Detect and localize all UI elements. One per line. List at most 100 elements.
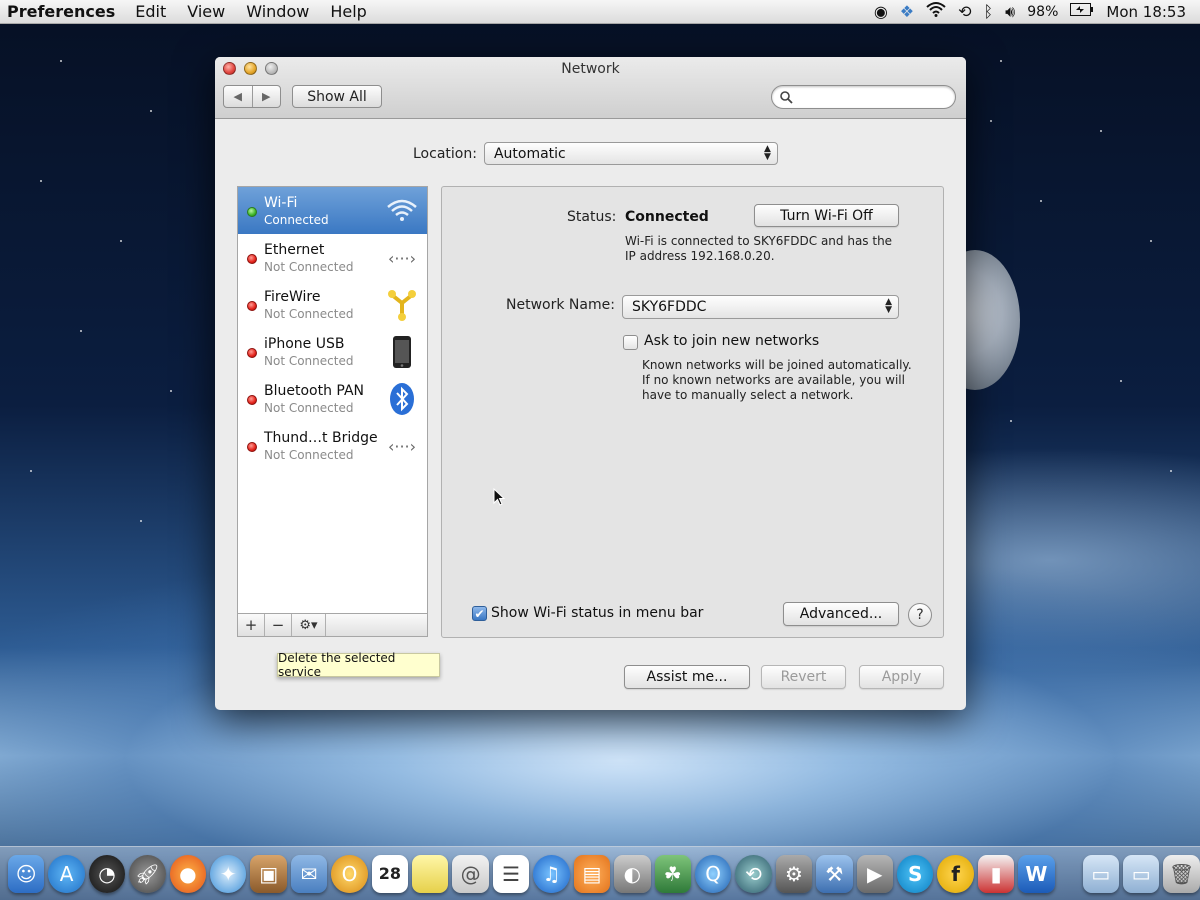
- app-store-icon[interactable]: A: [48, 854, 85, 893]
- detail-panel: Status: Connected Turn Wi-Fi Off Wi-Fi i…: [441, 186, 944, 638]
- firewire-icon: [385, 288, 419, 322]
- service-status: Not Connected: [264, 401, 354, 415]
- service-name: iPhone USB: [264, 336, 345, 352]
- search-icon: [780, 90, 793, 104]
- status-label: Status:: [567, 209, 617, 225]
- back-forward-buttons: ◀ ▶: [223, 85, 281, 108]
- iphone-icon: [385, 335, 419, 369]
- window-titlebar[interactable]: Network ◀ ▶ Show All: [215, 57, 966, 119]
- itunes-icon[interactable]: ♫: [533, 854, 570, 893]
- status-dot-red: [247, 348, 257, 358]
- service-item-wifi[interactable]: Wi-Fi Connected: [238, 187, 427, 234]
- menu-view[interactable]: View: [187, 2, 225, 21]
- advanced-button[interactable]: Advanced...: [783, 602, 899, 626]
- preview-icon[interactable]: ▣: [250, 854, 287, 893]
- service-name: Wi-Fi: [264, 195, 298, 211]
- forward-button[interactable]: ▶: [251, 86, 281, 107]
- menu-help[interactable]: Help: [330, 2, 366, 21]
- ibooks-icon[interactable]: ▤: [573, 854, 611, 893]
- service-item-iphone-usb[interactable]: iPhone USB Not Connected: [238, 328, 427, 375]
- dock: ☺ A ◔ 🚀︎ ● ✦ ▣ ✉ O 28 @ ☰ ♫ ▤ ◐ ☘ Q ⟲ ⚙ …: [0, 846, 1200, 900]
- notes-icon[interactable]: O: [331, 854, 368, 893]
- word-icon[interactable]: W: [1018, 854, 1055, 893]
- location-popup[interactable]: Automatic ▲ ▼: [483, 142, 778, 165]
- turn-wifi-off-button[interactable]: Turn Wi-Fi Off: [754, 204, 899, 227]
- trash-icon[interactable]: 🗑︎: [1163, 854, 1200, 893]
- status-dot-red: [247, 395, 257, 405]
- checkmark-icon: ✔: [474, 606, 485, 621]
- show-wifi-status-label[interactable]: Show Wi-Fi status in menu bar: [491, 605, 703, 621]
- battery-icon[interactable]: [1070, 3, 1094, 20]
- menu-app-name[interactable]: Preferences: [7, 2, 115, 21]
- reminders-icon[interactable]: ☰: [492, 854, 530, 893]
- time-machine-icon[interactable]: ⟲: [735, 854, 772, 893]
- ask-to-join-checkbox[interactable]: [623, 335, 638, 350]
- ask-to-join-label[interactable]: Ask to join new networks: [644, 333, 819, 349]
- finder-icon[interactable]: ☺: [8, 854, 45, 893]
- show-all-button[interactable]: Show All: [292, 85, 382, 108]
- menu-bar: Preferences Edit View Window Help ◉ ❖ ⟲ …: [0, 0, 1200, 24]
- service-item-firewire[interactable]: FireWire Not Connected: [238, 281, 427, 328]
- search-field[interactable]: [771, 85, 956, 109]
- mail-icon[interactable]: ✉: [290, 854, 328, 893]
- help-button[interactable]: ?: [908, 603, 932, 627]
- recording-icon[interactable]: ◉: [874, 0, 888, 24]
- status-description: Wi-Fi is connected to SKY6FDDC and has t…: [625, 234, 892, 264]
- bluetooth-icon: [385, 382, 419, 416]
- service-item-ethernet[interactable]: Ethernet Not Connected ‹···›: [238, 234, 427, 281]
- volume-icon[interactable]: 🔊︎: [1005, 0, 1015, 24]
- bluetooth-icon[interactable]: ᛒ: [984, 0, 994, 24]
- xcode-icon[interactable]: ⚒: [816, 854, 853, 893]
- firefox-icon[interactable]: ●: [169, 854, 207, 893]
- safari-icon[interactable]: ✦: [210, 854, 247, 893]
- fontlab-icon[interactable]: f: [937, 854, 974, 893]
- launchpad-icon[interactable]: 🚀︎: [129, 854, 166, 893]
- thunderbolt-bridge-icon: ‹···›: [387, 436, 417, 456]
- photo-booth-icon[interactable]: ◐: [614, 854, 651, 893]
- menu-edit[interactable]: Edit: [135, 2, 166, 21]
- back-button[interactable]: ◀: [224, 86, 252, 107]
- status-value: Connected: [625, 209, 709, 225]
- remove-service-button[interactable]: −: [265, 614, 292, 636]
- ask-description-line: If no known networks are available, you …: [642, 373, 905, 387]
- battery-percent[interactable]: 98%: [1027, 4, 1058, 20]
- dashboard-icon[interactable]: ◔: [88, 854, 126, 893]
- clock[interactable]: Mon 18:53: [1106, 3, 1186, 21]
- service-item-bluetooth-pan[interactable]: Bluetooth PAN Not Connected: [238, 375, 427, 422]
- show-wifi-status-checkbox[interactable]: ✔: [472, 606, 487, 621]
- facetime-icon[interactable]: ▶: [856, 854, 893, 893]
- forward-arrow-icon: ▶: [262, 90, 271, 103]
- apply-button[interactable]: Apply: [859, 665, 944, 689]
- ask-to-join-description: Known networks will be joined automatica…: [642, 358, 912, 403]
- revert-button[interactable]: Revert: [761, 665, 846, 689]
- time-machine-icon[interactable]: ⟲: [958, 0, 971, 24]
- system-preferences-icon[interactable]: ⚙: [775, 854, 813, 893]
- calendar-icon[interactable]: 28: [371, 854, 409, 893]
- status-dot-red: [247, 254, 257, 264]
- menu-window[interactable]: Window: [246, 2, 309, 21]
- stickies-icon[interactable]: [412, 854, 449, 893]
- ethernet-icon: ‹···›: [387, 248, 417, 268]
- documents-folder-icon[interactable]: ▭: [1122, 854, 1160, 893]
- applications-folder-icon[interactable]: ▭: [1082, 854, 1119, 893]
- flashcard-icon[interactable]: ▮: [977, 854, 1015, 893]
- action-menu-button[interactable]: ⚙▾: [292, 614, 326, 636]
- service-item-thunderbolt-bridge[interactable]: Thund…t Bridge Not Connected ‹···›: [238, 422, 427, 469]
- network-name-popup[interactable]: SKY6FDDC ▲ ▼: [622, 295, 899, 319]
- status-dot-green: [247, 207, 257, 217]
- iphoto-icon[interactable]: ☘: [654, 854, 691, 893]
- contacts-icon[interactable]: @: [452, 854, 489, 893]
- service-name: FireWire: [264, 289, 321, 305]
- popup-arrows-icon: ▲ ▼: [885, 297, 892, 315]
- wifi-icon[interactable]: [926, 0, 946, 24]
- skype-icon[interactable]: S: [896, 854, 934, 893]
- service-status: Not Connected: [264, 260, 354, 274]
- quicktime-icon[interactable]: Q: [694, 854, 732, 893]
- wifi-icon: [385, 194, 419, 228]
- window-title: Network: [561, 61, 620, 77]
- dropbox-icon[interactable]: ❖: [900, 0, 914, 24]
- add-service-button[interactable]: +: [238, 614, 265, 636]
- assist-me-button[interactable]: Assist me...: [624, 665, 750, 689]
- search-input[interactable]: [798, 89, 948, 105]
- network-name-label: Network Name:: [506, 297, 615, 313]
